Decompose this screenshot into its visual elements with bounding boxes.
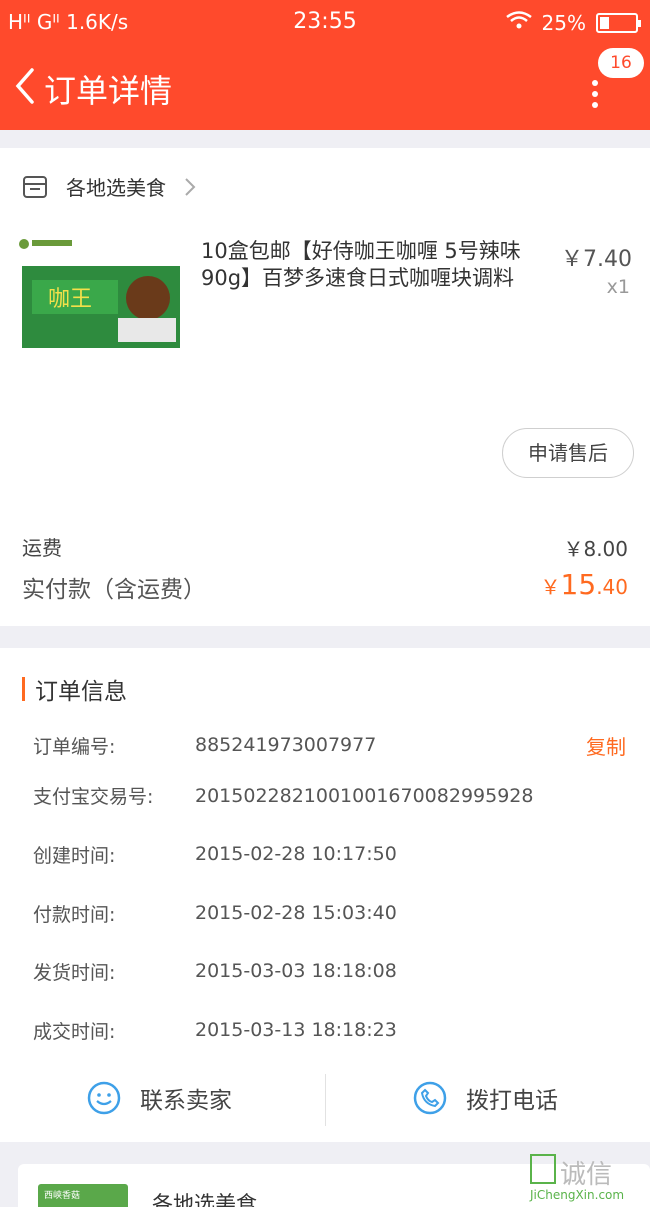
- alipay-trade-label: 支付宝交易号:: [33, 786, 154, 808]
- created-time-label: 创建时间:: [33, 845, 116, 867]
- paid-currency: ￥: [540, 575, 561, 599]
- watermark-logo-icon: [530, 1154, 556, 1184]
- paid-decimal: .40: [596, 575, 628, 599]
- battery-icon: [596, 12, 641, 33]
- completed-time-label: 成交时间:: [33, 1021, 116, 1043]
- order-number-value: 885241973007977: [195, 734, 377, 756]
- wifi-icon: [505, 10, 532, 35]
- shipping-label: 运费: [22, 536, 62, 560]
- product-image-label: 咖王: [48, 287, 92, 312]
- site-watermark: 诚信 JiChengXin.com: [530, 1154, 646, 1206]
- more-menu-button[interactable]: 16: [580, 48, 644, 114]
- alipay-trade-value: 2015022821001001670082995928: [195, 785, 534, 807]
- status-right: 25%: [505, 10, 641, 35]
- recommended-image-text: 西峡香菇: [44, 1191, 81, 1201]
- status-bar: Hᴵᴵ Gᴵᴵ 1.6K/s 23:55 25%: [0, 0, 650, 44]
- watermark-url: JiChengXin.com: [530, 1188, 625, 1202]
- app-header: Hᴵᴵ Gᴵᴵ 1.6K/s 23:55 25% 订单详情 16: [0, 0, 650, 130]
- product-title[interactable]: 10盒包邮【好侍咖王咖喱 5号辣味90g】百梦多速食日式咖喱块调料: [201, 238, 553, 292]
- shipping-value: ￥8.00: [563, 537, 628, 561]
- recommended-product-image: 西峡香菇: [38, 1184, 128, 1207]
- order-number-label: 订单编号:: [33, 736, 116, 758]
- nav-bar: 订单详情 16: [0, 48, 650, 120]
- message-count-badge: 16: [598, 48, 644, 78]
- order-info-card: 订单信息 订单编号: 885241973007977 复制 支付宝交易号: 20…: [0, 648, 650, 1142]
- order-info-header: 订单信息: [22, 672, 127, 706]
- contact-seller-label: 联系卖家: [140, 1088, 232, 1114]
- section-accent-bar: [22, 677, 25, 701]
- watermark-text: 诚信: [560, 1160, 613, 1190]
- actions-divider: [325, 1074, 326, 1126]
- call-phone-label: 拨打电话: [466, 1088, 558, 1114]
- shop-name: 各地选美食: [66, 176, 166, 200]
- recommended-shop-name: 各地选美食: [152, 1192, 257, 1207]
- shipped-time-label: 发货时间:: [33, 962, 116, 984]
- product-image[interactable]: 咖王: [18, 236, 182, 354]
- after-sale-button[interactable]: 申请售后: [502, 428, 634, 478]
- shop-link[interactable]: 各地选美食: [22, 172, 196, 201]
- chat-smile-icon: [87, 1081, 121, 1115]
- paid-integer: 15: [560, 568, 597, 601]
- copy-button[interactable]: 复制: [586, 731, 626, 760]
- product-price: ￥7.40: [561, 247, 632, 272]
- contact-actions: 联系卖家 拨打电话: [0, 1074, 650, 1128]
- store-icon: [23, 175, 47, 198]
- paid-label: 实付款（含运费）: [22, 577, 206, 603]
- chevron-right-icon: [185, 177, 196, 196]
- order-items-card: 各地选美食 咖王 10盒包邮【好侍咖王咖喱 5号辣味90g】百梦多速食日式咖喱块…: [0, 148, 650, 626]
- call-phone-button[interactable]: 拨打电话: [412, 1080, 558, 1116]
- more-icon: [592, 80, 602, 113]
- phone-icon: [413, 1081, 447, 1115]
- paid-amount: ￥15.40: [541, 568, 628, 601]
- order-info-title: 订单信息: [35, 679, 127, 705]
- page-title: 订单详情: [44, 72, 173, 110]
- back-icon[interactable]: [10, 66, 40, 106]
- shipped-time-value: 2015-03-03 18:18:08: [195, 960, 397, 982]
- battery-percent: 25%: [541, 10, 586, 35]
- created-time-value: 2015-02-28 10:17:50: [195, 843, 397, 865]
- paid-time-value: 2015-02-28 15:03:40: [195, 902, 397, 924]
- paid-time-label: 付款时间:: [33, 904, 116, 926]
- product-quantity: x1: [606, 276, 630, 298]
- contact-seller-button[interactable]: 联系卖家: [86, 1080, 232, 1116]
- completed-time-value: 2015-03-13 18:18:23: [195, 1019, 397, 1041]
